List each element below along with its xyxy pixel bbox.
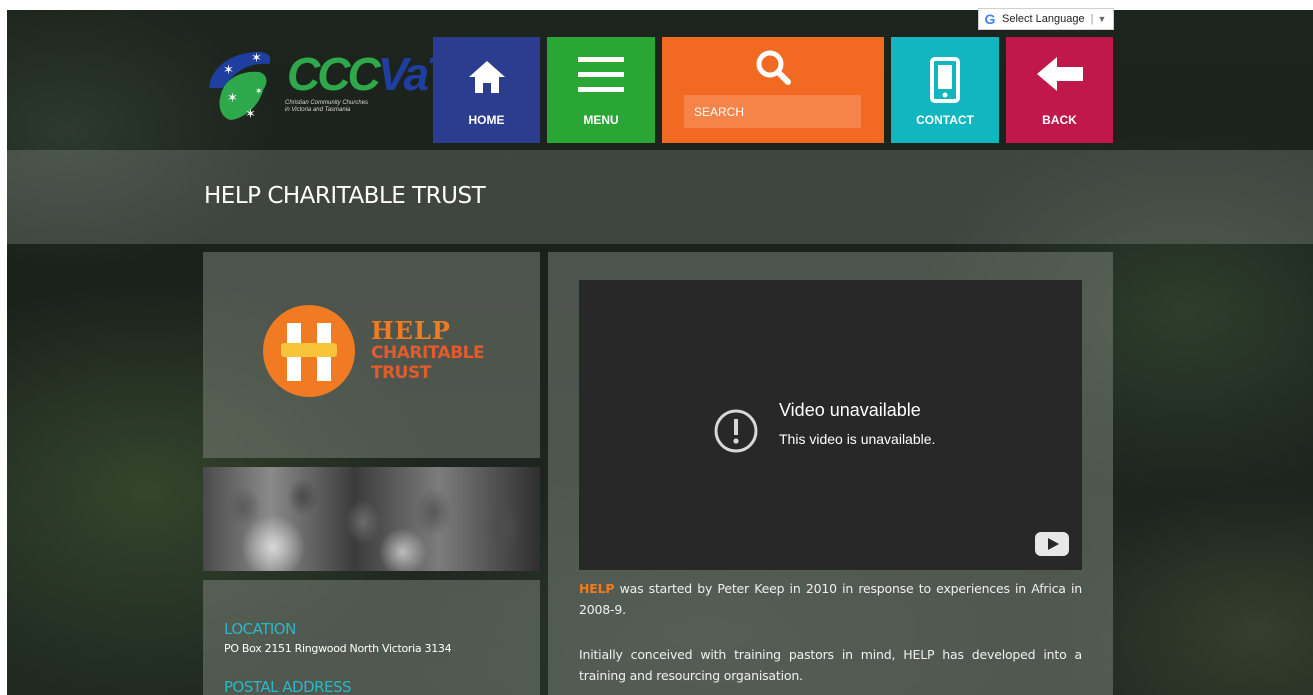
intro-paragraph-text: was started by Peter Keep in 2010 in res… — [579, 581, 1082, 617]
svg-text:✶: ✶ — [251, 51, 262, 66]
video-player[interactable]: Video unavailable This video is unavaila… — [579, 280, 1082, 570]
translate-label: Select Language — [1002, 13, 1085, 25]
help-logo-line1: HELP — [371, 316, 451, 345]
menu-button[interactable]: MENU — [547, 37, 655, 143]
search-icon[interactable] — [753, 47, 793, 87]
contact-info-panel: LOCATION PO Box 2151 Ringwood North Vict… — [203, 580, 540, 695]
svg-text:✶: ✶ — [245, 107, 256, 122]
home-label: HOME — [468, 113, 505, 127]
video-error-title: Video unavailable — [779, 400, 921, 420]
svg-text:✶: ✶ — [223, 63, 234, 78]
error-exclamation-icon — [714, 409, 758, 453]
help-brand-text: HELP — [579, 581, 615, 596]
home-button[interactable]: HOME — [433, 37, 540, 143]
intro-paragraph: HELP was started by Peter Keep in 2010 i… — [579, 578, 1082, 620]
location-value: PO Box 2151 Ringwood North Victoria 3134 — [224, 642, 452, 655]
video-error-subtitle: This video is unavailable. — [779, 431, 936, 447]
logo-wordmark: CCCVaT — [287, 48, 454, 100]
back-label: BACK — [1042, 113, 1077, 127]
logo-tagline-2: in Victoria and Tasmania — [285, 107, 351, 113]
page-title: HELP CHARITABLE TRUST — [204, 183, 486, 209]
location-heading: LOCATION — [224, 620, 296, 638]
help-logo-line2: CHARITABLE — [371, 343, 485, 363]
site-logo[interactable]: ✶ ✶ ✶ ✶ ✶ CCCVaT Christian Community Chu… — [203, 48, 454, 128]
stars-emblem-icon: ✶ ✶ ✶ ✶ ✶ — [209, 51, 271, 122]
hamburger-menu-icon — [578, 57, 624, 92]
search-tile — [662, 37, 884, 143]
title-band: HELP CHARITABLE TRUST — [7, 150, 1313, 244]
logo-tagline-1: Christian Community Churches — [285, 100, 369, 106]
logo-ccc: CCC — [287, 48, 381, 100]
svg-text:✶: ✶ — [227, 91, 238, 106]
menu-label: MENU — [583, 113, 619, 127]
google-icon: G — [984, 11, 996, 27]
translate-separator: | — [1090, 13, 1094, 25]
google-translate-select[interactable]: G Select Language | ▼ — [978, 8, 1114, 30]
help-logo-line3: TRUST — [371, 363, 431, 383]
help-charitable-trust-logo: HELP CHARITABLE TRUST — [261, 302, 501, 402]
back-button[interactable]: BACK — [1006, 37, 1113, 143]
arrow-left-icon — [1036, 57, 1083, 91]
svg-text:✶: ✶ — [255, 87, 263, 97]
h-letter-icon — [281, 323, 337, 381]
help-logo-circle — [263, 305, 355, 397]
search-input[interactable] — [684, 95, 861, 128]
main-content-panel: Video unavailable This video is unavaila… — [548, 252, 1113, 695]
window-top-edge — [0, 0, 1313, 10]
postal-address-heading: POSTAL ADDRESS — [224, 678, 352, 695]
contact-label: CONTACT — [916, 113, 974, 127]
children-group-photo — [203, 467, 540, 571]
logo-tagline: Christian Community Churches in Victoria… — [285, 100, 368, 114]
mobile-phone-icon — [930, 57, 960, 103]
contact-button[interactable]: CONTACT — [891, 37, 999, 143]
home-icon — [468, 61, 505, 93]
youtube-logo-icon[interactable] — [1035, 532, 1069, 556]
dropdown-arrow-icon: ▼ — [1097, 14, 1107, 24]
second-paragraph: Initially conceived with training pastor… — [579, 647, 1082, 683]
organisation-logo-panel: HELP CHARITABLE TRUST — [203, 252, 540, 458]
window-left-edge — [0, 0, 7, 695]
